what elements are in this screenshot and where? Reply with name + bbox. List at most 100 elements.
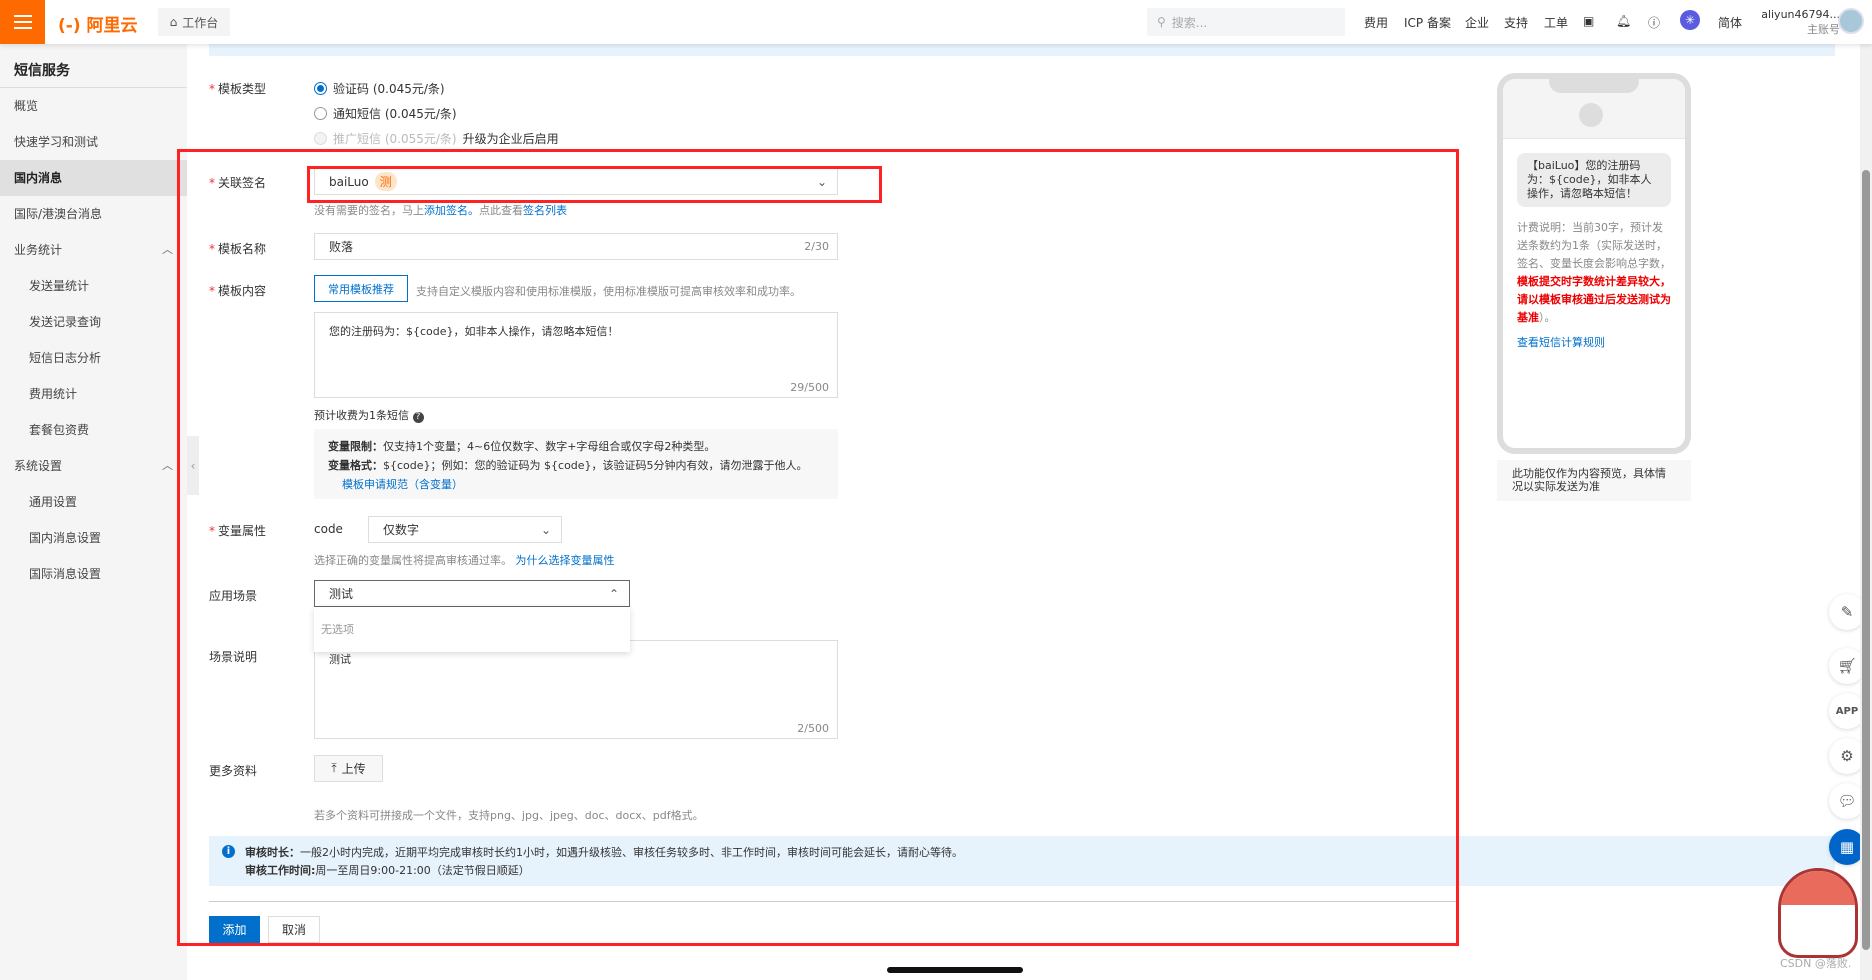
sidebar-item[interactable]: 发送记录查询 <box>0 304 187 340</box>
add-button[interactable]: 添加 <box>209 916 260 943</box>
sidebar-item-label: 国际/港澳台消息 <box>14 207 103 221</box>
sidebar-item[interactable]: 国际/港澳台消息 <box>0 196 187 232</box>
terminal-icon[interactable]: ▣ <box>1583 14 1594 28</box>
common-template-button[interactable]: 常用模板推荐 <box>314 275 408 302</box>
content-value: 您的注册码为：${code}，如非本人操作，请忽略本短信！ <box>329 325 619 338</box>
home-icon: ⌂ <box>169 15 178 29</box>
signature-value: baiLuo <box>329 174 369 189</box>
sidebar-item-label: 发送记录查询 <box>29 315 102 329</box>
chevron-down-icon: ⌄ <box>540 522 551 537</box>
preview-caption: 此功能仅作为内容预览，具体情况以实际发送为准 <box>1497 460 1691 501</box>
sidebar-item[interactable]: 国际消息设置 <box>0 556 187 592</box>
sidebar-item[interactable]: 费用统计 <box>0 376 187 412</box>
sidebar-item[interactable]: 套餐包资费 <box>0 412 187 448</box>
nav-support[interactable]: 支持 <box>1504 14 1528 31</box>
upload-button[interactable]: ⤒ 上传 <box>314 755 383 782</box>
nav-enterprise[interactable]: 企业 <box>1465 14 1489 31</box>
chevron-up-icon[interactable]: ︿ <box>162 232 173 268</box>
search-placeholder: 搜索... <box>1171 15 1208 30</box>
signature-list-link[interactable]: 签名列表 <box>523 204 567 217</box>
mascot-sticker <box>1778 868 1858 958</box>
template-name-value: 败落 <box>329 240 354 254</box>
content-help: 支持自定义模版内容和使用标准模版，使用标准模版可提高审核效率和成功率。 <box>416 285 801 298</box>
var-format-label: 变量格式： <box>328 459 383 472</box>
hours-text: 周一至周日9:00-21:00（法定节假日顺延） <box>315 864 530 877</box>
add-signature-link[interactable]: 添加签名。 <box>424 204 479 217</box>
info-icon: i <box>222 845 235 858</box>
phone-header <box>1503 79 1685 139</box>
home-indicator <box>887 967 1023 973</box>
aliyun-logo[interactable]: (-) 阿里云 <box>58 11 138 36</box>
radio-notification[interactable]: 通知短信 (0.045元/条) <box>314 105 457 122</box>
search-icon: ⚲ <box>1157 15 1166 29</box>
radio-label: 通知短信 (0.045元/条) <box>333 107 457 121</box>
scene-label: 应用场景 <box>209 589 258 603</box>
sidebar-item[interactable]: 快速学习和测试 <box>0 124 187 160</box>
radio-label: 验证码 (0.045元/条) <box>333 82 445 96</box>
char-count: 29/500 <box>790 381 829 394</box>
workbench-button[interactable]: ⌂ 工作台 <box>158 8 230 36</box>
sidebar-item[interactable]: 短信日志分析 <box>0 340 187 376</box>
signature-select[interactable]: baiLuo 测 ⌄ <box>314 168 838 195</box>
sidebar-item[interactable]: 国内消息设置 <box>0 520 187 556</box>
user-name: aliyun46794... <box>1761 8 1840 21</box>
nav-ticket[interactable]: 工单 <box>1544 14 1568 31</box>
review-text: 一般2小时内完成，近期平均完成审核时长约1小时，如遇升级核验、审核任务较多时、非… <box>300 846 963 859</box>
scene-desc-textarea[interactable]: 测试 2/500 <box>314 640 838 739</box>
sidebar-item[interactable]: 业务统计 ︿ <box>0 232 187 268</box>
template-content-textarea[interactable]: 您的注册码为：${code}，如非本人操作，请忽略本短信！ 29/500 <box>314 312 838 398</box>
template-content-label: * 模板内容 <box>209 284 267 298</box>
var-format-text: ${code}；例如：您的验证码为 ${code}，该验证码5分钟内有效，请勿泄… <box>383 459 808 472</box>
sidebar-item[interactable]: 系统设置 ︿ <box>0 448 187 484</box>
sidebar-item[interactable]: 国内消息 <box>0 160 187 196</box>
template-name-input[interactable]: 败落 2/30 <box>314 233 838 260</box>
sidebar-item-label: 国际消息设置 <box>29 567 102 581</box>
scrollbar-thumb[interactable] <box>1862 170 1870 950</box>
sidebar-item[interactable]: 通用设置 <box>0 484 187 520</box>
cancel-button[interactable]: 取消 <box>268 916 320 943</box>
info-banner <box>209 44 1835 56</box>
help-icon[interactable]: ⓘ <box>1648 14 1660 31</box>
menu-button[interactable] <box>0 0 45 44</box>
top-header: (-) 阿里云 ⌂ 工作台 ⚲ 搜索... 费用 ICP 备案 企业 支持 工单 ▣… <box>0 0 1872 44</box>
template-spec-link[interactable]: 模板申请规范（含变量） <box>328 475 824 494</box>
scene-desc-label: 场景说明 <box>209 650 258 664</box>
chevron-up-icon: ⌃ <box>608 586 619 601</box>
scene-select[interactable]: 测试 ⌃ <box>314 580 630 607</box>
char-count: 2/30 <box>804 240 829 253</box>
scene-dropdown: 无选项 <box>314 607 630 652</box>
radio-promotion: 推广短信 (0.055元/条) 升级为企业后启用 <box>314 130 559 147</box>
search-input[interactable]: ⚲ 搜索... <box>1147 8 1345 36</box>
review-label: 审核时长： <box>245 846 300 859</box>
watermark: CSDN @落败. <box>1780 957 1852 970</box>
user-menu[interactable]: aliyun46794... 主账号 <box>1758 8 1840 37</box>
radio-verification-code[interactable]: 验证码 (0.045元/条) <box>314 80 445 97</box>
annotation-highlight <box>177 149 1459 946</box>
sidebar-item-label: 发送量统计 <box>29 279 90 293</box>
account-type: 主账号 <box>1807 23 1840 36</box>
sidebar-item[interactable]: 发送量统计 <box>0 268 187 304</box>
calc-rules-link[interactable]: 查看短信计算规则 <box>1517 334 1605 350</box>
why-variable-link[interactable]: 为什么选择变量属性 <box>516 554 615 567</box>
variable-type-select[interactable]: 仅数字 ⌄ <box>368 516 562 543</box>
var-limit-label: 变量限制： <box>328 440 383 453</box>
sidebar-item-label: 费用统计 <box>29 387 78 401</box>
chevron-up-icon[interactable]: ︿ <box>162 448 173 484</box>
question-icon[interactable]: ? <box>412 412 424 423</box>
language-switch[interactable]: 简体 <box>1718 14 1742 31</box>
workbench-label: 工作台 <box>182 15 219 30</box>
sidebar-item[interactable]: 概览 <box>0 88 187 124</box>
ai-assistant-icon[interactable]: ✳ <box>1680 10 1700 30</box>
nav-icp[interactable]: ICP 备案 <box>1404 14 1451 31</box>
variable-rules-box: 变量限制：仅支持1个变量；4~6位仅数字、数字+字母组合或仅字母2种类型。 变量… <box>314 429 838 499</box>
avatar[interactable] <box>1838 8 1864 34</box>
sidebar-item-label: 短信日志分析 <box>29 351 102 365</box>
test-tag: 测 <box>374 172 397 191</box>
sidebar-collapse-handle[interactable]: ‹ <box>187 436 199 495</box>
upgrade-note: 升级为企业后启用 <box>462 132 559 146</box>
bell-icon[interactable]: 🔔︎ <box>1616 14 1631 28</box>
hours-label: 审核工作时间: <box>245 864 316 877</box>
sms-bubble: 【baiLuo】您的注册码为：${code}，如非本人操作，请忽略本短信！ <box>1517 153 1671 207</box>
nav-cost[interactable]: 费用 <box>1364 14 1388 31</box>
upload-icon: ⤒ <box>331 761 337 775</box>
